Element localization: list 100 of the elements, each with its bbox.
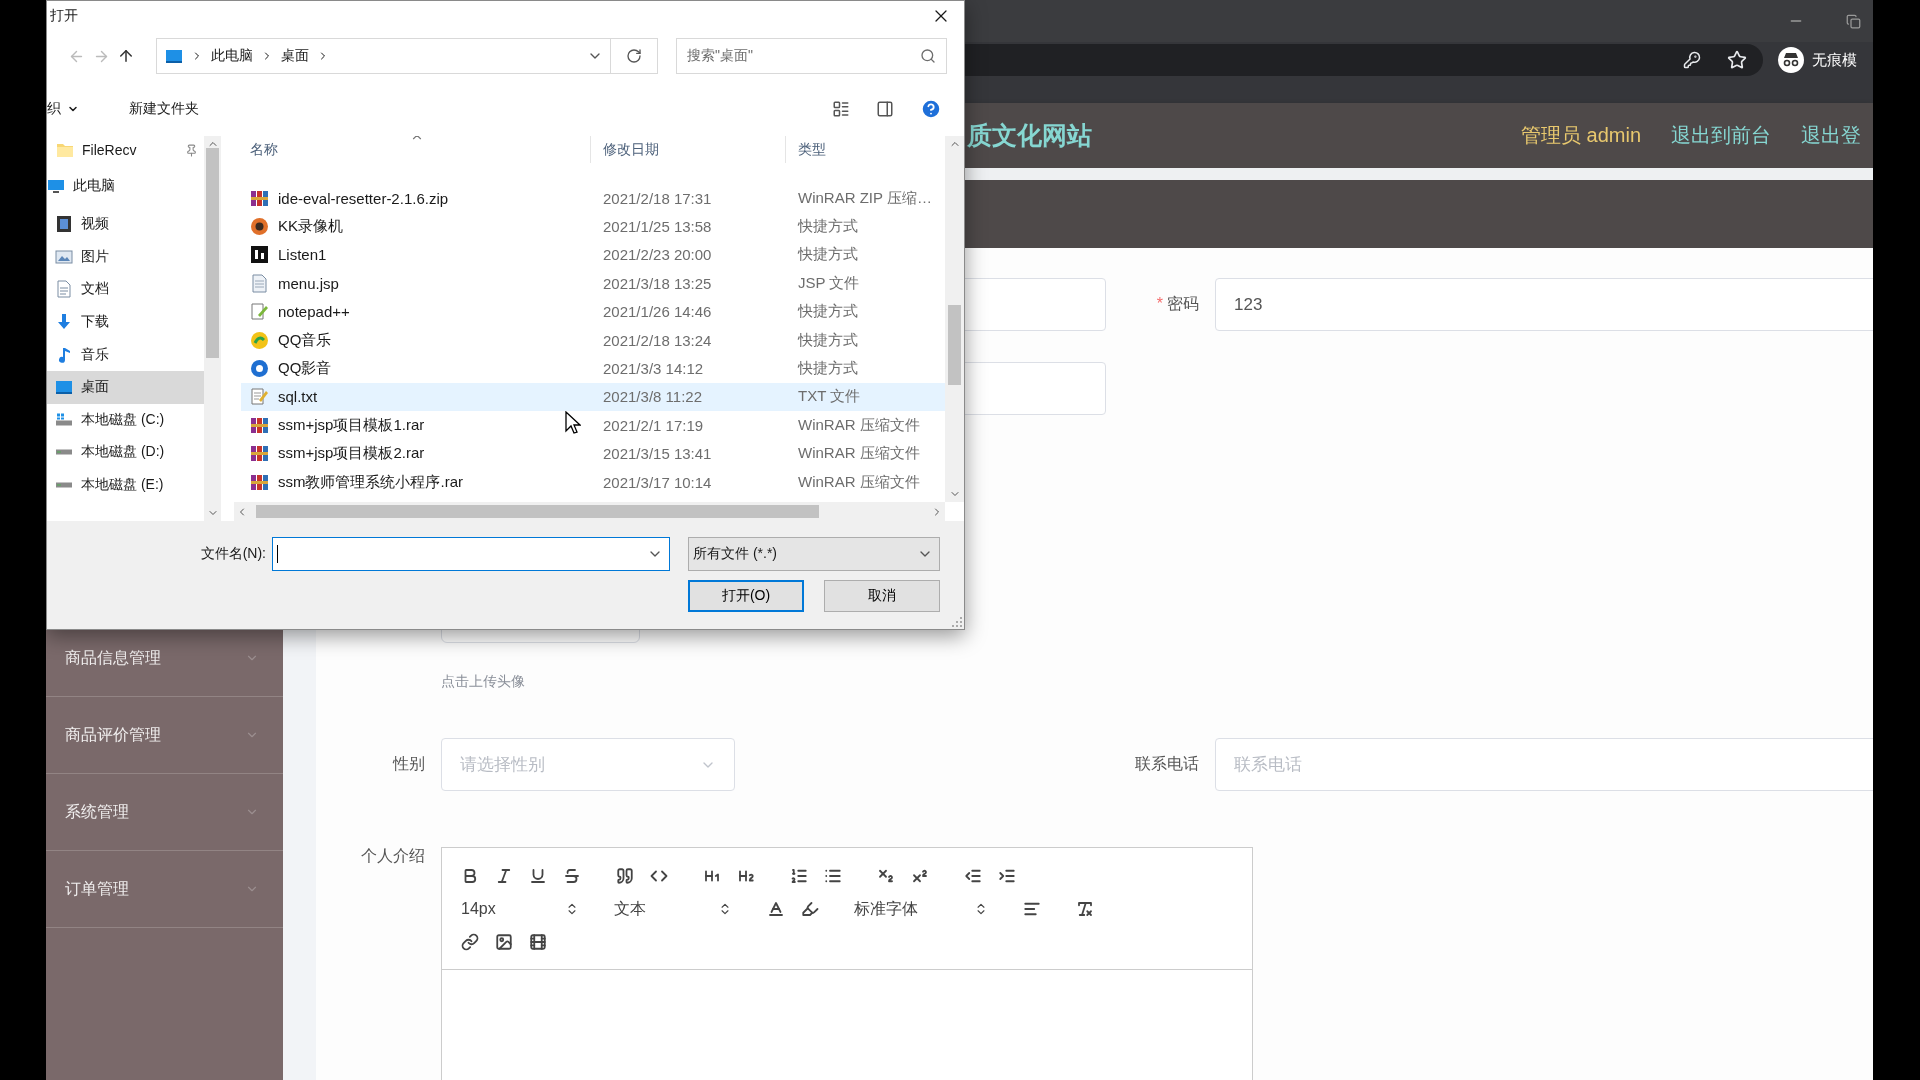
incognito-icon[interactable] — [1778, 47, 1804, 73]
column-header[interactable]: 类型 — [786, 136, 945, 163]
file-type: WinRAR 压缩文件 — [797, 472, 921, 492]
nav-item[interactable]: 桌面 — [47, 370, 204, 404]
field-label: 联系电话 — [1135, 755, 1199, 772]
file-row[interactable]: ssm+jsp项目模板2.rar 2021/3/15 13:41 WinRAR 压缩文件 — [241, 439, 945, 468]
film-icon — [55, 215, 73, 234]
resize-grip-icon[interactable] — [952, 617, 962, 627]
image-icon[interactable] — [495, 933, 513, 951]
nav-item[interactable]: 下载 — [47, 305, 204, 339]
scrollbar-thumb[interactable] — [206, 148, 219, 358]
nav-item[interactable]: 本地磁盘 (C:) — [47, 403, 204, 437]
italic-icon[interactable] — [495, 867, 513, 885]
file-type: TXT 文件 — [797, 387, 862, 407]
dialog-button[interactable]: 打开(O) — [688, 580, 804, 612]
file-row[interactable]: Listen1 2021/2/23 20:00 快捷方式 — [241, 240, 945, 270]
file-date: 2021/3/17 10:14 — [602, 473, 713, 491]
view-icon[interactable] — [832, 99, 850, 118]
file-row[interactable]: ssm教师管理系统小程序.rar 2021/3/17 10:14 WinRAR 压缩文件 — [241, 467, 945, 497]
refresh-icon[interactable] — [626, 48, 642, 64]
file-row[interactable]: ssm+jsp项目模板1.rar 2021/2/1 17:19 WinRAR 压缩文件 — [241, 411, 945, 440]
quote-icon[interactable] — [616, 867, 634, 885]
up-icon[interactable] — [117, 47, 135, 65]
highlight-icon[interactable] — [801, 900, 819, 918]
column-header[interactable]: 名称 — [234, 136, 591, 163]
address-bar[interactable]: 此电脑 桌面 — [156, 38, 611, 74]
clear-format-icon[interactable] — [1076, 900, 1094, 918]
file-type: 快捷方式 — [796, 359, 859, 379]
file-name: ssm教师管理系统小程序.rar — [278, 472, 463, 492]
subscript-icon[interactable] — [877, 867, 895, 885]
video-icon[interactable] — [529, 933, 547, 951]
breadcrumb-item[interactable]: 此电脑 — [211, 47, 253, 65]
drive-icon — [55, 482, 73, 489]
header-link[interactable]: 退出到前台 — [1671, 122, 1771, 149]
scrollbar-thumb[interactable] — [256, 505, 819, 518]
star-icon[interactable] — [1727, 50, 1747, 70]
filename-field[interactable] — [272, 537, 670, 571]
file-row[interactable]: QQ音乐 2021/2/18 13:24 快捷方式 — [241, 325, 945, 355]
file-date: 2021/3/15 13:41 — [602, 445, 713, 463]
nav-item[interactable]: 图片 — [47, 240, 204, 274]
site-title: 质文化网站 — [967, 120, 1092, 151]
profile-label: 无痕模 — [1812, 50, 1857, 70]
password-field[interactable]: 123 — [1215, 278, 1873, 331]
file-type: 快捷方式 — [796, 217, 859, 237]
file-row[interactable]: menu.jsp 2021/3/18 13:25 JSP 文件 — [241, 269, 945, 298]
file-type: JSP 文件 — [797, 273, 861, 293]
file-row[interactable]: notepad++ 2021/1/26 14:46 快捷方式 — [241, 297, 945, 326]
file-name: QQ影音 — [278, 359, 332, 379]
bullet-list-icon[interactable] — [824, 867, 842, 885]
underline-icon[interactable] — [529, 867, 547, 885]
help-icon[interactable] — [920, 97, 942, 120]
nav-item[interactable]: FileRecv — [47, 136, 204, 164]
file-type: WinRAR 压缩文件 — [797, 415, 921, 435]
dialog-title: 打开 — [50, 7, 78, 25]
strikethrough-icon[interactable] — [563, 867, 581, 885]
file-type: WinRAR 压缩文件 — [797, 444, 921, 464]
search-field[interactable]: 搜索"桌面" — [676, 38, 947, 74]
nav-item[interactable]: 文档 — [47, 273, 204, 306]
nav-item[interactable]: 本地磁盘 (E:) — [47, 468, 204, 502]
field-label: 个人介绍 — [361, 846, 425, 866]
file-type-select[interactable]: 所有文件 (*.*) — [688, 537, 940, 571]
scrollbar-thumb[interactable] — [948, 305, 961, 385]
sidebar-item[interactable]: 订单管理 — [46, 851, 283, 928]
sidebar-item[interactable]: 系统管理 — [46, 774, 283, 851]
dropdown-value[interactable]: 文本 — [614, 898, 646, 920]
key-icon[interactable] — [1683, 51, 1701, 69]
file-type: 快捷方式 — [796, 330, 859, 350]
text-color-icon[interactable] — [767, 900, 785, 918]
link-icon[interactable] — [461, 933, 479, 951]
ordered-list-icon[interactable] — [790, 867, 808, 885]
nav-item[interactable]: 音乐 — [47, 338, 204, 371]
nav-item[interactable]: 视频 — [47, 208, 204, 241]
breadcrumb-item[interactable]: 桌面 — [281, 47, 309, 65]
restore-icon[interactable] — [1845, 13, 1861, 29]
align-icon[interactable] — [1023, 900, 1041, 918]
column-header[interactable]: 修改日期 — [591, 136, 786, 163]
file-row[interactable]: QQ影音 2021/3/3 14:12 快捷方式 — [241, 354, 945, 383]
file-date: 2021/1/26 14:46 — [602, 303, 713, 321]
dropdown-value[interactable]: 14px — [461, 900, 496, 918]
file-row[interactable]: ide-eval-resetter-2.1.6.zip 2021/2/18 17:31 WinRAR ZIP 压缩… — [241, 184, 945, 213]
outdent-icon[interactable] — [964, 867, 982, 885]
app-icon — [250, 330, 269, 350]
command-button[interactable]: 织 — [47, 99, 79, 118]
text-file-icon — [250, 387, 269, 407]
nav-item[interactable]: 本地磁盘 (D:) — [47, 436, 204, 469]
drive-icon — [55, 449, 73, 456]
dropdown-value[interactable]: 标准字体 — [854, 898, 918, 920]
indent-icon[interactable] — [998, 867, 1016, 885]
sidebar-item[interactable]: 商品评价管理 — [46, 697, 283, 774]
header-link[interactable]: 退出登 — [1801, 122, 1861, 149]
nav-item[interactable]: 此电脑 — [47, 164, 204, 208]
command-button[interactable]: 新建文件夹 — [129, 99, 199, 118]
rich-text-editor[interactable]: 14px 文本 标准字体 — [441, 847, 1253, 1080]
file-row[interactable]: KK录像机 2021/1/25 13:58 快捷方式 — [241, 212, 945, 241]
file-type: 快捷方式 — [796, 245, 859, 265]
file-row[interactable]: sql.txt 2021/3/8 11:22 TXT 文件 — [241, 382, 945, 412]
superscript-icon[interactable] — [911, 867, 929, 885]
file-name: menu.jsp — [278, 274, 339, 292]
dialog-button[interactable]: 取消 — [824, 580, 940, 612]
preview-pane-icon[interactable] — [876, 99, 894, 118]
